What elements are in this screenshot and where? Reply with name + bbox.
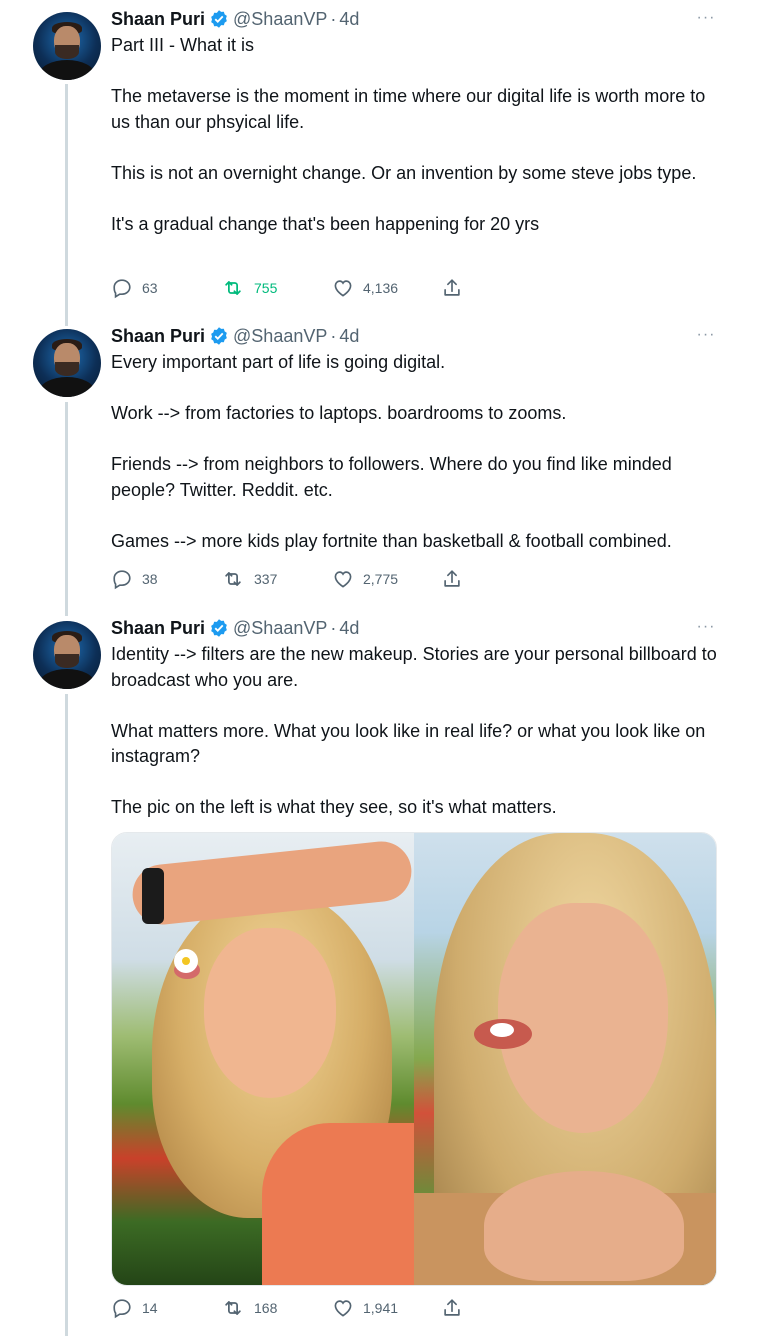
author-handle[interactable]: @ShaanVP — [233, 618, 327, 639]
separator-dot: · — [330, 617, 337, 638]
like-button[interactable]: 2,775 — [332, 567, 398, 591]
verified-badge-icon — [209, 326, 229, 346]
tweet-paragraph: It's a gradual change that's been happen… — [111, 213, 540, 234]
tweet-actions: 63 755 4,136 — [111, 276, 471, 300]
reply-icon — [113, 279, 131, 299]
retweet-button[interactable]: 168 — [221, 1296, 277, 1320]
separator-dot: · — [330, 8, 337, 29]
unfiltered-photo[interactable] — [414, 833, 716, 1285]
tweet-paragraph: Part III - What it is — [111, 35, 255, 55]
retweet-button[interactable]: 755 — [221, 276, 277, 300]
tweet-paragraph: The metaverse is the moment in time wher… — [111, 86, 706, 132]
reply-icon — [113, 1299, 131, 1319]
author-handle[interactable]: @ShaanVP — [233, 9, 327, 30]
reply-button[interactable]: 14 — [111, 1296, 158, 1320]
tweet-text: Part III - What it is The metaverse is t… — [111, 33, 717, 237]
retweet-icon — [225, 281, 241, 295]
thread-line — [65, 694, 68, 1336]
share-icon — [444, 570, 460, 587]
tweet-header: Shaan Puri @ShaanVP · 4d — [111, 615, 717, 641]
tweet-header: Shaan Puri @ShaanVP · 4d — [111, 6, 717, 32]
tweet-paragraph: Work --> from factories to laptops. boar… — [111, 403, 567, 423]
author-name[interactable]: Shaan Puri — [111, 618, 205, 639]
retweet-count: 168 — [254, 1300, 278, 1316]
share-button[interactable] — [441, 567, 463, 591]
tweet-timestamp[interactable]: 4d — [339, 326, 359, 347]
filtered-photo[interactable] — [112, 833, 432, 1285]
author-handle[interactable]: @ShaanVP — [233, 326, 327, 347]
tweet-paragraph: The pic on the left is what they see, so… — [111, 797, 557, 817]
reply-count: 14 — [142, 1300, 158, 1316]
reply-button[interactable]: 63 — [111, 276, 158, 300]
tweet-timestamp[interactable]: 4d — [339, 9, 359, 30]
tweet-paragraph: Identity --> filters are the new makeup.… — [111, 644, 717, 690]
heart-icon — [334, 1300, 352, 1317]
author-name[interactable]: Shaan Puri — [111, 326, 205, 347]
retweet-icon — [225, 572, 241, 586]
tweet-2: Shaan Puri @ShaanVP · 4d Every important… — [111, 323, 717, 554]
tweet-paragraph: What matters more. What you look like in… — [111, 720, 706, 767]
heart-icon — [334, 571, 352, 588]
reply-count: 38 — [142, 571, 158, 587]
separator-dot: · — [330, 325, 337, 346]
like-button[interactable]: 1,941 — [332, 1296, 398, 1320]
tweet-media[interactable] — [111, 832, 717, 1286]
thread-line — [65, 402, 68, 616]
like-count: 2,775 — [363, 571, 399, 587]
reply-count: 63 — [142, 280, 158, 296]
tweet-header: Shaan Puri @ShaanVP · 4d — [111, 323, 717, 349]
tweet-paragraph: Every important part of life is going di… — [111, 352, 446, 372]
verified-badge-icon — [209, 618, 229, 638]
tweet-paragraph: Games --> more kids play fortnite than b… — [111, 530, 672, 551]
like-count: 4,136 — [363, 280, 399, 296]
reply-icon — [113, 570, 131, 590]
tweet-1: Shaan Puri @ShaanVP · 4d Part III - What… — [111, 6, 717, 237]
tweet-text: Identity --> filters are the new makeup.… — [111, 642, 717, 821]
tweet-text: Every important part of life is going di… — [111, 350, 717, 554]
thread-line — [65, 84, 68, 326]
tweet-actions: 14 168 1,941 — [111, 1296, 471, 1320]
tweet-timestamp[interactable]: 4d — [339, 618, 359, 639]
retweet-count: 755 — [254, 280, 278, 296]
reply-button[interactable]: 38 — [111, 567, 158, 591]
like-button[interactable]: 4,136 — [332, 276, 398, 300]
avatar[interactable] — [33, 329, 101, 397]
tweet-actions: 38 337 2,775 — [111, 567, 471, 591]
tweet-3: Shaan Puri @ShaanVP · 4d Identity --> fi… — [111, 615, 717, 821]
more-options-icon[interactable]: ··· — [695, 326, 717, 346]
avatar[interactable] — [33, 12, 101, 80]
tweet-paragraph: This is not an overnight change. Or an i… — [111, 162, 697, 183]
tweet-paragraph: Friends --> from neighbors to followers.… — [111, 454, 672, 500]
share-button[interactable] — [441, 1296, 463, 1320]
retweet-icon — [225, 1301, 241, 1315]
avatar[interactable] — [33, 621, 101, 689]
retweet-button[interactable]: 337 — [221, 567, 277, 591]
more-options-icon[interactable]: ··· — [695, 618, 717, 638]
like-count: 1,941 — [363, 1300, 399, 1316]
share-icon — [444, 1299, 460, 1316]
share-icon — [444, 279, 460, 296]
more-options-icon[interactable]: ··· — [695, 9, 717, 29]
share-button[interactable] — [441, 276, 463, 300]
heart-icon — [334, 280, 352, 297]
verified-badge-icon — [209, 9, 229, 29]
retweet-count: 337 — [254, 571, 278, 587]
author-name[interactable]: Shaan Puri — [111, 9, 205, 30]
